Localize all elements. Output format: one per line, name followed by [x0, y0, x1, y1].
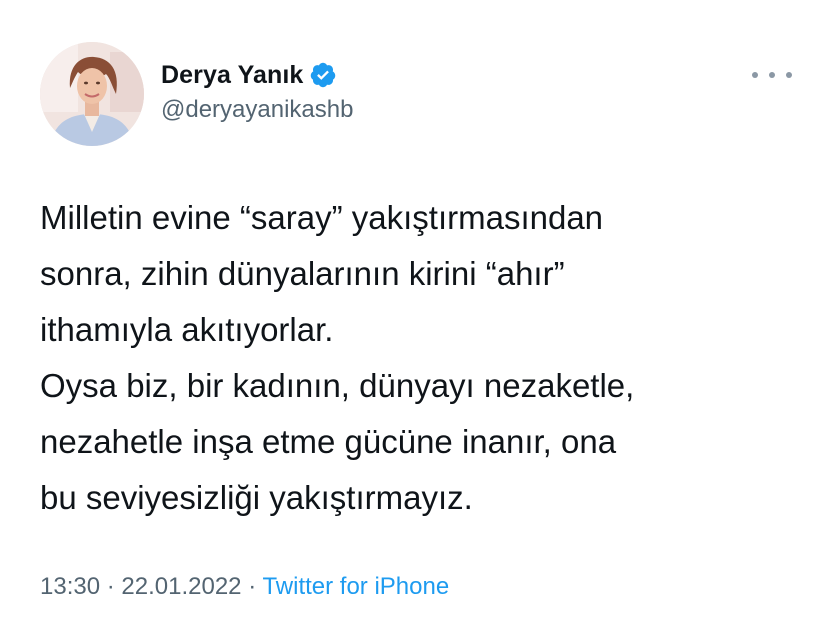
tweet-text-line: ithamıyla akıtıyorlar.	[40, 311, 334, 348]
meta-separator: ·	[248, 573, 263, 600]
tweet-meta: 13:30 · 22.01.2022 · Twitter for iPhone	[40, 573, 449, 601]
tweet-text-line: Oysa biz, bir kadının, dünyayı nezaketle…	[40, 367, 635, 404]
avatar[interactable]	[40, 42, 144, 146]
tweet-text-line: bu seviyesizliği yakıştırmayız.	[40, 479, 473, 516]
tweet-text: Milletin evine “saray” yakıştırmasından …	[40, 190, 810, 526]
tweet-source-link[interactable]: Twitter for iPhone	[262, 573, 449, 600]
more-dot	[786, 72, 792, 78]
tweet-time[interactable]: 13:30	[40, 573, 100, 600]
author-handle[interactable]: @deryayanikashb	[161, 96, 353, 124]
more-dot	[769, 72, 775, 78]
tweet-text-line: Milletin evine “saray” yakıştırmasından	[40, 199, 604, 236]
author-name-row: Derya Yanık	[161, 58, 337, 92]
verified-badge-icon	[309, 61, 337, 89]
author-display-name[interactable]: Derya Yanık	[161, 61, 303, 90]
tweet-date[interactable]: 22.01.2022	[121, 573, 241, 600]
tweet-text-line: nezahetle inşa etme gücüne inanır, ona	[40, 423, 617, 460]
profile-photo-icon	[40, 42, 144, 146]
more-options-icon[interactable]	[752, 62, 792, 88]
more-dot	[752, 72, 758, 78]
meta-separator: ·	[106, 573, 122, 600]
tweet-card: Derya Yanık @deryayanikashb Milletin evi…	[0, 0, 828, 625]
tweet-text-line: sonra, zihin dünyalarının kirini “ahır”	[40, 255, 565, 292]
